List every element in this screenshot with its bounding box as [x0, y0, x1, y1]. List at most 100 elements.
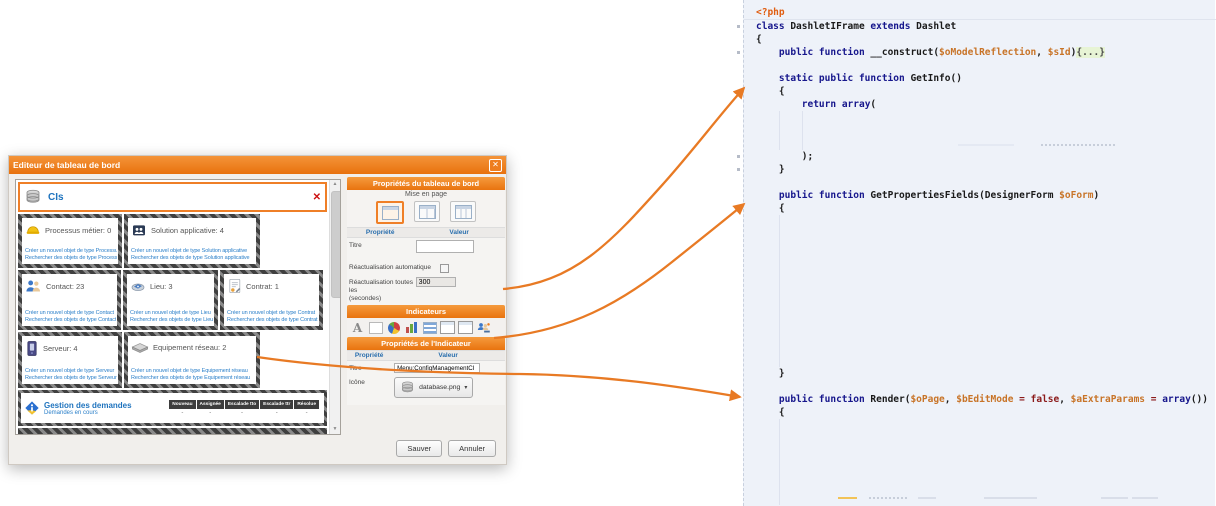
scrollbar-thumb[interactable]	[331, 191, 341, 298]
dashboard-preview-content: CIs ✕ Processus métier: 0 Créer un nouve…	[16, 180, 329, 434]
board-props-grid-header: Propriété Valeur	[347, 227, 505, 238]
cell-value: -	[260, 410, 293, 416]
layout-selector	[347, 199, 505, 227]
requests-panel-link[interactable]: Demandes en cours	[44, 410, 165, 416]
refresh-interval-input[interactable]	[416, 277, 456, 287]
search-link[interactable]: Rechercher des objets de type Equipement…	[131, 375, 255, 382]
tile-row-2: Contact: 23 Créer un nouvel objet de typ…	[18, 270, 327, 330]
faded-code-fragment	[869, 497, 907, 499]
code-line: {	[744, 202, 1215, 215]
indent-guide	[779, 111, 780, 150]
cell-value: -	[294, 410, 319, 416]
code-line: }	[744, 163, 1215, 176]
dialog-buttons: Sauver Annuler	[396, 440, 496, 457]
code-line: return array(	[744, 98, 1215, 111]
icon-file-dropdown[interactable]: database.png ▾	[394, 377, 473, 398]
requests-panel[interactable]: Gestion des demandes Demandes en cours N…	[18, 390, 327, 426]
dashlet-tile-solution-applicative[interactable]: Solution applicative: 4 Créer un nouvel …	[124, 214, 260, 268]
preview-scrollbar[interactable]: ▲ ▼	[329, 180, 340, 434]
faded-code-placeholder	[958, 144, 1014, 146]
create-link[interactable]: Créer un nouvel objet de type Contact	[25, 310, 116, 317]
indicator-title-input[interactable]	[394, 363, 480, 373]
code-line: );	[744, 150, 1215, 163]
code-gap	[744, 59, 1215, 72]
search-link[interactable]: Rechercher des objets de type Contact	[25, 317, 116, 324]
faded-code-fragment	[838, 497, 857, 499]
search-link[interactable]: Rechercher des objets de type Processus …	[25, 255, 117, 262]
tile-row-1: Processus métier: 0 Créer un nouvel obje…	[18, 214, 327, 268]
cell-value: -	[225, 410, 259, 416]
indent-guide	[779, 419, 780, 505]
code-line-render: public function Render($oPage, $bEditMod…	[744, 393, 1215, 406]
scroll-down-icon[interactable]: ▼	[330, 425, 340, 434]
dashlet-tile-contact[interactable]: Contact: 23 Créer un nouvel objet de typ…	[18, 270, 121, 330]
create-link[interactable]: Créer un nouvel objet de type Lieu	[130, 310, 213, 317]
group-panel-cis[interactable]: CIs ✕	[18, 182, 327, 212]
layout-option-two-columns[interactable]	[414, 201, 440, 222]
layout-option-one-column[interactable]	[376, 201, 404, 224]
auto-refresh-checkbox[interactable]	[440, 264, 449, 273]
search-link[interactable]: Rechercher des objets de type Lieu	[130, 317, 213, 324]
remove-group-icon[interactable]: ✕	[313, 192, 321, 203]
column-header: Escalade ttr	[260, 400, 293, 409]
pie-chart-dashlet-icon[interactable]	[386, 320, 401, 335]
search-link[interactable]: Rechercher des objets de type Contrat	[227, 317, 318, 324]
dashlet-type-toolbar: A	[347, 318, 505, 337]
indent-guide	[779, 215, 780, 367]
search-link[interactable]: Rechercher des objets de type Solution a…	[131, 255, 255, 262]
dashlet-tile-processus-metier[interactable]: Processus métier: 0 Créer un nouvel obje…	[18, 214, 122, 268]
code-gap-function-body	[744, 215, 1215, 367]
indicator-properties-header: Propriétés de l'Indicateur	[347, 337, 505, 350]
collapsed-code-region: {...}	[1076, 47, 1105, 58]
database-icon	[24, 188, 42, 206]
search-link[interactable]: Rechercher des objets de type Serveur	[25, 375, 117, 382]
header-window-dashlet-icon[interactable]	[458, 320, 473, 335]
info-diamond-icon	[24, 400, 40, 416]
scroll-up-icon[interactable]: ▲	[330, 180, 340, 189]
location-icon	[130, 278, 146, 294]
auto-refresh-row: Réactualisation automatique	[347, 260, 505, 275]
board-title-row: Titre	[347, 238, 505, 260]
hardhat-icon	[25, 222, 41, 238]
dialog-titlebar[interactable]: Editeur de tableau de bord ✕	[9, 156, 506, 174]
requests-status-table: Nouveau Assignée Escalade tto Escalade t…	[169, 400, 319, 416]
create-link[interactable]: Créer un nouvel objet de type Contrat	[227, 310, 318, 317]
code-line: }	[744, 367, 1215, 380]
create-link[interactable]: Créer un nouvel objet de type Serveur	[25, 368, 117, 375]
network-device-icon	[131, 340, 149, 354]
dashlet-tile-contrat[interactable]: Contrat: 1 Créer un nouvel objet de type…	[220, 270, 323, 330]
column-header: Résolue	[294, 400, 319, 409]
dashlet-tile-serveur[interactable]: Serveur: 4 Créer un nouvel objet de type…	[18, 332, 122, 388]
faded-code-fragment	[1132, 497, 1158, 499]
group-badge-dashlet-icon[interactable]	[476, 320, 491, 335]
object-window-dashlet-icon[interactable]	[440, 320, 455, 335]
dashlet-tile-lieu[interactable]: Lieu: 3 Créer un nouvel objet de type Li…	[123, 270, 218, 330]
text-dashlet-icon[interactable]: A	[350, 320, 365, 335]
php-open-tag: <?php	[756, 7, 785, 18]
faded-code-fragment	[1101, 497, 1128, 499]
create-link[interactable]: Créer un nouvel objet de type Solution a…	[131, 248, 255, 255]
create-link[interactable]: Créer un nouvel objet de type Processus …	[25, 248, 117, 255]
server-icon	[25, 340, 39, 357]
board-title-input[interactable]	[416, 240, 474, 253]
blank-dashlet-icon[interactable]	[368, 320, 383, 335]
php-code-panel: <?php class DashletIFrame extends Dashle…	[743, 0, 1215, 506]
create-link[interactable]: Créer un nouvel objet de type Equipement…	[131, 368, 255, 375]
cell-value: -	[197, 410, 224, 416]
faded-code-placeholder	[1041, 144, 1115, 146]
layout-label: Mise en page	[347, 190, 505, 199]
icon-file-name: database.png	[419, 384, 460, 391]
cancel-button[interactable]: Annuler	[448, 440, 496, 457]
dashboard-editor-dialog: Editeur de tableau de bord ✕ CIs ✕ Proce…	[8, 155, 507, 465]
dialog-close-icon[interactable]: ✕	[489, 159, 502, 172]
list-dashlet-icon[interactable]	[422, 320, 437, 335]
code-gap	[744, 176, 1215, 189]
dashlet-tile-equipement-reseau[interactable]: Equipement réseau: 2 Créer un nouvel obj…	[124, 332, 260, 388]
database-icon	[400, 380, 415, 395]
code-gap	[744, 380, 1215, 393]
save-button[interactable]: Sauver	[396, 440, 442, 457]
arrow-to-getinfo	[503, 88, 744, 289]
layout-option-three-columns[interactable]	[450, 201, 476, 222]
indicator-title-row: Titre	[347, 361, 505, 375]
bar-chart-dashlet-icon[interactable]	[404, 320, 419, 335]
